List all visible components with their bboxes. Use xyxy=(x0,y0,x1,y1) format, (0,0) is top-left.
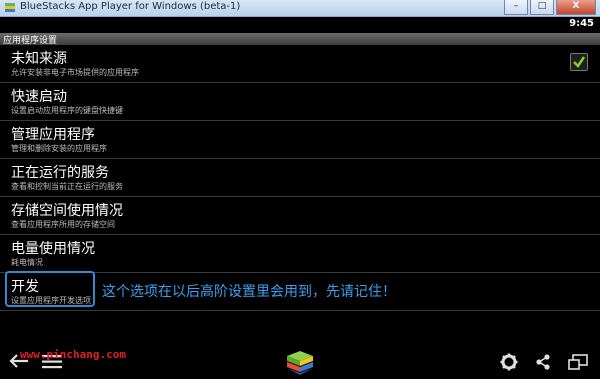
status-bar: 9:45 xyxy=(0,17,600,32)
setting-summary: 设置启动应用程序的键盘快捷键 xyxy=(11,106,123,115)
setting-summary: 查看和控制当前正在运行的服务 xyxy=(11,182,123,191)
setting-title: 快速启动 xyxy=(11,89,67,105)
setting-title: 电量使用情况 xyxy=(11,241,95,257)
setting-title: 管理应用程序 xyxy=(11,127,95,143)
annotation-text: 这个选项在以后高阶设置里会用到，先请记住！ xyxy=(102,284,396,300)
unknown-sources-checkbox[interactable] xyxy=(570,53,588,71)
minimize-button[interactable]: – xyxy=(504,0,528,15)
status-clock: 9:45 xyxy=(569,18,594,29)
setting-summary: 耗电情况 xyxy=(11,258,43,267)
gear-icon[interactable] xyxy=(500,353,518,371)
setting-quick-launch[interactable]: 快速启动 设置启动应用程序的键盘快捷键 xyxy=(0,83,600,121)
development-highlight-box xyxy=(5,271,95,307)
share-icon[interactable] xyxy=(535,354,551,370)
bluestacks-app-icon xyxy=(5,3,15,12)
watermark-text: www.pinchang.com xyxy=(20,348,126,361)
setting-storage-use[interactable]: 存储空间使用情况 查看应用程序所用的存储空间 xyxy=(0,197,600,235)
checkmark-icon xyxy=(573,56,586,68)
fullscreen-toggle-icon[interactable] xyxy=(568,354,588,370)
setting-summary: 查看应用程序所用的存储空间 xyxy=(11,220,115,229)
setting-title: 未知来源 xyxy=(11,51,67,67)
setting-battery-use[interactable]: 电量使用情况 耗电情况 xyxy=(0,235,600,273)
window-controls: – □ X xyxy=(504,0,596,16)
setting-title: 存储空间使用情况 xyxy=(11,203,123,219)
settings-header: 应用程序设置 xyxy=(0,33,600,46)
setting-title: 正在运行的服务 xyxy=(11,165,109,181)
close-button[interactable]: X xyxy=(556,0,596,15)
setting-unknown-sources[interactable]: 未知来源 允许安装非电子市场提供的应用程序 xyxy=(0,45,600,83)
maximize-button[interactable]: □ xyxy=(530,0,554,15)
bluestacks-logo-icon[interactable] xyxy=(285,350,315,376)
window-title-bar[interactable]: BlueStacks App Player for Windows (beta-… xyxy=(0,0,600,17)
setting-manage-apps[interactable]: 管理应用程序 管理和删除安装的应用程序 xyxy=(0,121,600,159)
setting-running-services[interactable]: 正在运行的服务 查看和控制当前正在运行的服务 xyxy=(0,159,600,197)
setting-summary: 管理和删除安装的应用程序 xyxy=(11,144,107,153)
window-title: BlueStacks App Player for Windows (beta-… xyxy=(20,1,241,12)
setting-summary: 允许安装非电子市场提供的应用程序 xyxy=(11,68,139,77)
